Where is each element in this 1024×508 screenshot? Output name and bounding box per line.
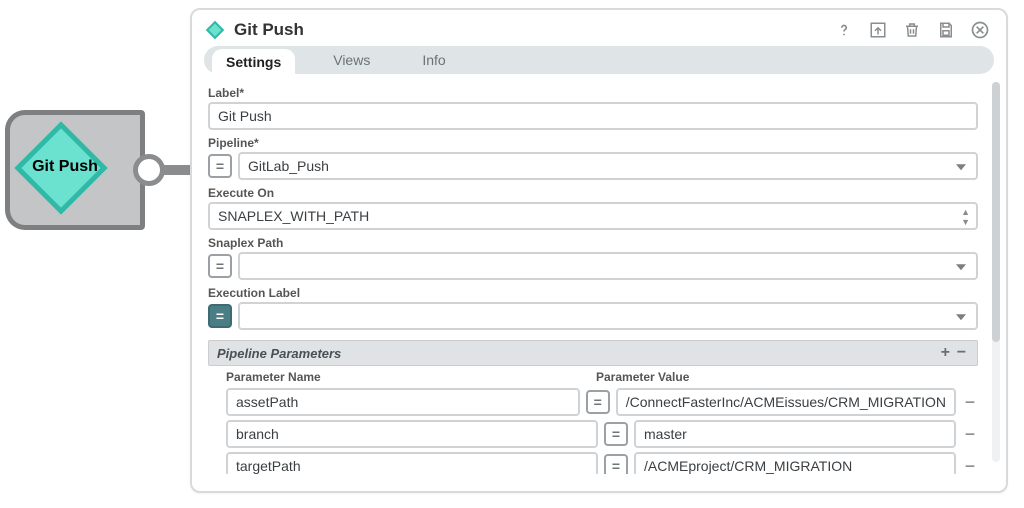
remove-row-button[interactable]: − <box>962 456 978 475</box>
remove-row-button[interactable]: − <box>962 424 978 445</box>
pipeline-parameters-header: Pipeline Parameters + − <box>208 340 978 366</box>
pipeline-select[interactable]: GitLab_Push <box>238 152 978 180</box>
parameter-value-input[interactable]: /ConnectFasterInc/ACMEissues/CRM_MIGRATI… <box>616 388 956 416</box>
dialog-body: Label* Git Push Pipeline* = GitLab_Push … <box>192 74 1006 474</box>
field-execution-label-caption: Execution Label <box>208 286 978 300</box>
tab-settings[interactable]: Settings <box>212 49 295 74</box>
close-icon[interactable] <box>970 20 990 40</box>
scrollbar-thumb[interactable] <box>992 82 1000 342</box>
spinner-icon[interactable]: ▲▼ <box>961 207 970 227</box>
parameter-value-expression-toggle[interactable]: = <box>604 454 628 474</box>
execution-label-expression-toggle[interactable]: = <box>208 304 232 328</box>
parameter-value-expression-toggle[interactable]: = <box>604 422 628 446</box>
node-label: Git Push <box>19 158 111 176</box>
execution-label-select[interactable] <box>238 302 978 330</box>
field-label-caption: Label* <box>208 86 978 100</box>
node-output-port[interactable] <box>133 154 165 186</box>
parameter-value-expression-toggle[interactable]: = <box>586 390 610 414</box>
field-snaplex-path-caption: Snaplex Path <box>208 236 978 250</box>
pipeline-expression-toggle[interactable]: = <box>208 154 232 178</box>
parameter-name-input[interactable]: targetPath <box>226 452 598 474</box>
parameter-name-header: Parameter Name <box>226 370 596 384</box>
tab-views[interactable]: Views <box>319 48 384 72</box>
help-icon[interactable] <box>834 20 854 40</box>
pipeline-parameters-title: Pipeline Parameters <box>217 346 341 361</box>
dialog-type-icon <box>206 21 224 39</box>
parameter-row: branch=master− <box>208 420 978 448</box>
export-icon[interactable] <box>868 20 888 40</box>
parameter-name-input[interactable]: branch <box>226 420 598 448</box>
execute-on-select[interactable]: SNAPLEX_WITH_PATH ▲▼ <box>208 202 978 230</box>
delete-icon[interactable] <box>902 20 922 40</box>
field-execute-on-caption: Execute On <box>208 186 978 200</box>
pipeline-node[interactable]: Git Push <box>5 110 185 230</box>
field-pipeline: Pipeline* = GitLab_Push <box>208 136 978 180</box>
snaplex-path-expression-toggle[interactable]: = <box>208 254 232 278</box>
scrollbar[interactable] <box>992 82 1000 462</box>
remove-parameter-button[interactable]: − <box>953 344 969 362</box>
dialog-header: Git Push <box>192 10 1006 46</box>
save-icon[interactable] <box>936 20 956 40</box>
parameter-name-input[interactable]: assetPath <box>226 388 580 416</box>
remove-row-button[interactable]: − <box>962 392 978 413</box>
tab-bar: Settings Views Info <box>204 46 994 74</box>
field-snaplex-path: Snaplex Path = <box>208 236 978 280</box>
dialog-title: Git Push <box>234 20 834 40</box>
label-input[interactable]: Git Push <box>208 102 978 130</box>
parameter-column-headers: Parameter Name Parameter Value <box>208 370 978 384</box>
add-parameter-button[interactable]: + <box>937 344 953 362</box>
snaplex-path-select[interactable] <box>238 252 978 280</box>
settings-dialog: Git Push Settings <box>190 8 1008 493</box>
parameter-value-header: Parameter Value <box>596 370 974 384</box>
field-execution-label: Execution Label = <box>208 286 978 330</box>
field-pipeline-caption: Pipeline* <box>208 136 978 150</box>
parameter-value-input[interactable]: /ACMEproject/CRM_MIGRATION <box>634 452 956 474</box>
parameter-value-input[interactable]: master <box>634 420 956 448</box>
parameter-row: assetPath=/ConnectFasterInc/ACMEissues/C… <box>208 388 978 416</box>
tab-info[interactable]: Info <box>408 48 459 72</box>
parameter-row: targetPath = /ACMEproject/CRM_MIGRATION− <box>208 452 978 474</box>
field-label: Label* Git Push <box>208 86 978 130</box>
field-execute-on: Execute On SNAPLEX_WITH_PATH ▲▼ <box>208 186 978 230</box>
